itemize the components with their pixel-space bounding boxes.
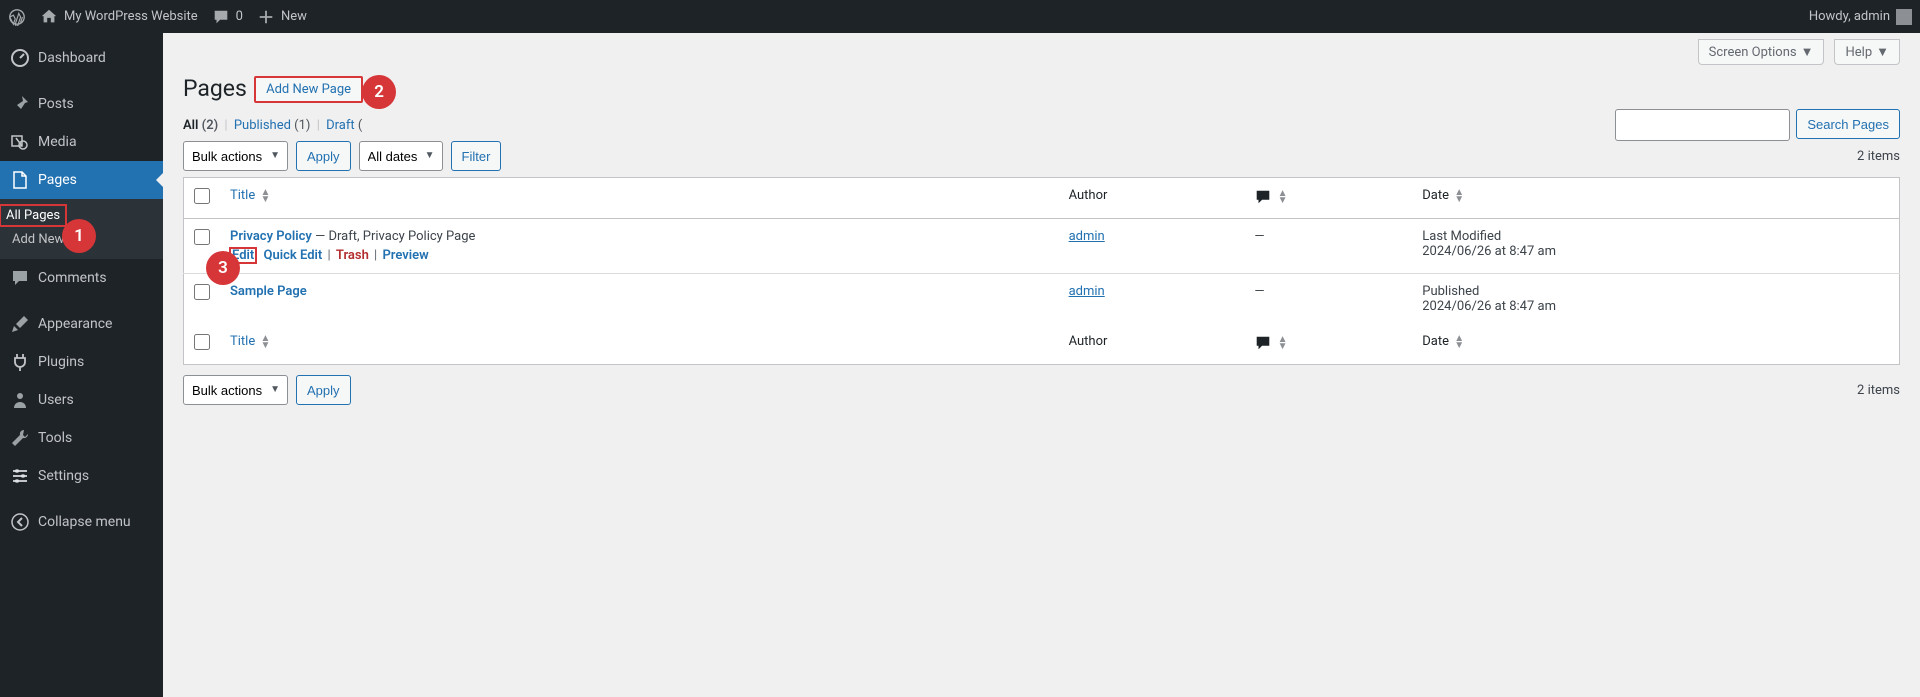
menu-plugins[interactable]: Plugins xyxy=(0,343,163,381)
item-count-top: 2 items xyxy=(1857,149,1900,164)
submenu-pages: All Pages 1 Add New xyxy=(0,199,163,259)
comment-icon xyxy=(212,8,230,26)
screen-options-button[interactable]: Screen Options ▼ xyxy=(1698,39,1825,65)
collapse-menu[interactable]: Collapse menu xyxy=(0,503,163,541)
page-title: Pages xyxy=(183,75,247,102)
comments-count: 0 xyxy=(236,9,243,24)
search-pages-input[interactable] xyxy=(1615,109,1790,141)
comment-icon xyxy=(1254,188,1272,206)
col-author-header: Author xyxy=(1059,178,1245,219)
search-pages-button[interactable]: Search Pages xyxy=(1796,109,1900,139)
apply-button-top[interactable]: Apply xyxy=(296,141,351,171)
page-icon xyxy=(10,170,30,190)
new-content-link[interactable]: New xyxy=(257,8,307,26)
sort-icon: ▲▼ xyxy=(1454,335,1464,349)
row-action-trash[interactable]: Trash xyxy=(336,248,369,263)
filter-published[interactable]: Published (1) xyxy=(234,118,311,133)
menu-users[interactable]: Users xyxy=(0,381,163,419)
col-author-footer: Author xyxy=(1059,324,1245,365)
bulk-actions-select-bottom[interactable]: Bulk actions xyxy=(183,375,288,405)
select-all-top[interactable] xyxy=(194,188,210,204)
avatar xyxy=(1896,9,1912,25)
user-icon xyxy=(10,390,30,410)
admin-sidebar: Dashboard Posts Media Pages All Pages 1 … xyxy=(0,33,163,697)
col-date-header[interactable]: Date ▲▼ xyxy=(1412,178,1899,219)
menu-media[interactable]: Media xyxy=(0,123,163,161)
menu-settings[interactable]: Settings xyxy=(0,457,163,495)
menu-appearance[interactable]: Appearance xyxy=(0,305,163,343)
site-name: My WordPress Website xyxy=(64,9,198,24)
wp-logo[interactable] xyxy=(8,8,26,26)
home-icon xyxy=(40,8,58,26)
col-comments-footer[interactable]: ▲▼ xyxy=(1244,324,1412,365)
new-label: New xyxy=(281,9,307,24)
row-checkbox[interactable] xyxy=(194,229,210,245)
menu-pages[interactable]: Pages xyxy=(0,161,163,199)
date-filter-select[interactable]: All dates xyxy=(359,141,443,171)
filter-all[interactable]: All (2) xyxy=(183,118,218,133)
chevron-down-icon: ▼ xyxy=(1876,44,1889,60)
table-row: Privacy Policy — Draft, Privacy Policy P… xyxy=(184,219,1900,274)
sort-icon: ▲▼ xyxy=(1278,190,1288,204)
table-row: Sample Page admin — Published2024/06/26 … xyxy=(184,274,1900,325)
menu-posts[interactable]: Posts xyxy=(0,85,163,123)
pin-icon xyxy=(10,94,30,114)
annotation-3: 3 xyxy=(206,251,240,285)
page-title-link[interactable]: Sample Page xyxy=(230,284,307,299)
date-cell: Last Modified2024/06/26 at 8:47 am xyxy=(1412,219,1899,274)
item-count-bottom: 2 items xyxy=(1857,383,1900,398)
page-title-link[interactable]: Privacy Policy xyxy=(230,229,312,244)
sort-icon: ▲▼ xyxy=(1454,189,1464,203)
post-state: — Draft, Privacy Policy Page xyxy=(312,229,476,244)
menu-dashboard[interactable]: Dashboard xyxy=(0,39,163,77)
bulk-actions-select-top[interactable]: Bulk actions xyxy=(183,141,288,171)
sliders-icon xyxy=(10,466,30,486)
plus-icon xyxy=(257,8,275,26)
row-actions: Edit Quick Edit | Trash | Preview xyxy=(230,248,1049,263)
comment-icon xyxy=(10,268,30,288)
row-checkbox[interactable] xyxy=(194,284,210,300)
sort-icon: ▲▼ xyxy=(260,189,270,203)
col-date-footer[interactable]: Date ▲▼ xyxy=(1412,324,1899,365)
media-icon xyxy=(10,132,30,152)
wordpress-icon xyxy=(8,8,26,26)
submenu-all-pages[interactable]: All Pages xyxy=(0,205,66,226)
row-action-preview[interactable]: Preview xyxy=(382,248,428,263)
col-title-footer[interactable]: Title ▲▼ xyxy=(220,324,1059,365)
menu-comments[interactable]: Comments xyxy=(0,259,163,297)
filter-button[interactable]: Filter xyxy=(451,141,502,171)
main-content: Screen Options ▼ Help ▼ Pages Add New Pa… xyxy=(163,33,1920,697)
filter-draft[interactable]: Draft ( xyxy=(326,118,362,133)
sort-icon: ▲▼ xyxy=(1278,336,1288,350)
author-link[interactable]: admin xyxy=(1069,229,1105,244)
comment-icon xyxy=(1254,334,1272,352)
row-action-quickedit[interactable]: Quick Edit xyxy=(264,248,323,263)
select-all-bottom[interactable] xyxy=(194,334,210,350)
annotation-2: 2 xyxy=(362,75,396,109)
chevron-down-icon: ▼ xyxy=(1801,44,1814,60)
col-title-header[interactable]: Title ▲▼ xyxy=(220,178,1059,219)
comments-link[interactable]: 0 xyxy=(212,8,243,26)
plugin-icon xyxy=(10,352,30,372)
apply-button-bottom[interactable]: Apply xyxy=(296,375,351,405)
annotation-1: 1 xyxy=(62,219,96,253)
howdy-text: Howdy, admin xyxy=(1809,9,1890,24)
dashboard-icon xyxy=(10,48,30,68)
menu-tools[interactable]: Tools xyxy=(0,419,163,457)
author-link[interactable]: admin xyxy=(1069,284,1105,299)
help-button[interactable]: Help ▼ xyxy=(1834,39,1900,65)
add-new-page-button[interactable]: Add New Page xyxy=(254,76,363,103)
sort-icon: ▲▼ xyxy=(260,335,270,349)
date-cell: Published2024/06/26 at 8:47 am xyxy=(1412,274,1899,325)
pages-table: Title ▲▼ Author ▲▼ Date ▲▼ Privacy Polic… xyxy=(183,177,1900,365)
site-name-link[interactable]: My WordPress Website xyxy=(40,8,198,26)
comments-cell: — xyxy=(1244,274,1412,325)
admin-bar: My WordPress Website 0 New Howdy, admin xyxy=(0,0,1920,33)
wrench-icon xyxy=(10,428,30,448)
brush-icon xyxy=(10,314,30,334)
my-account[interactable]: Howdy, admin xyxy=(1809,9,1912,25)
col-comments-header[interactable]: ▲▼ xyxy=(1244,178,1412,219)
collapse-icon xyxy=(10,512,30,532)
comments-cell: — xyxy=(1244,219,1412,274)
